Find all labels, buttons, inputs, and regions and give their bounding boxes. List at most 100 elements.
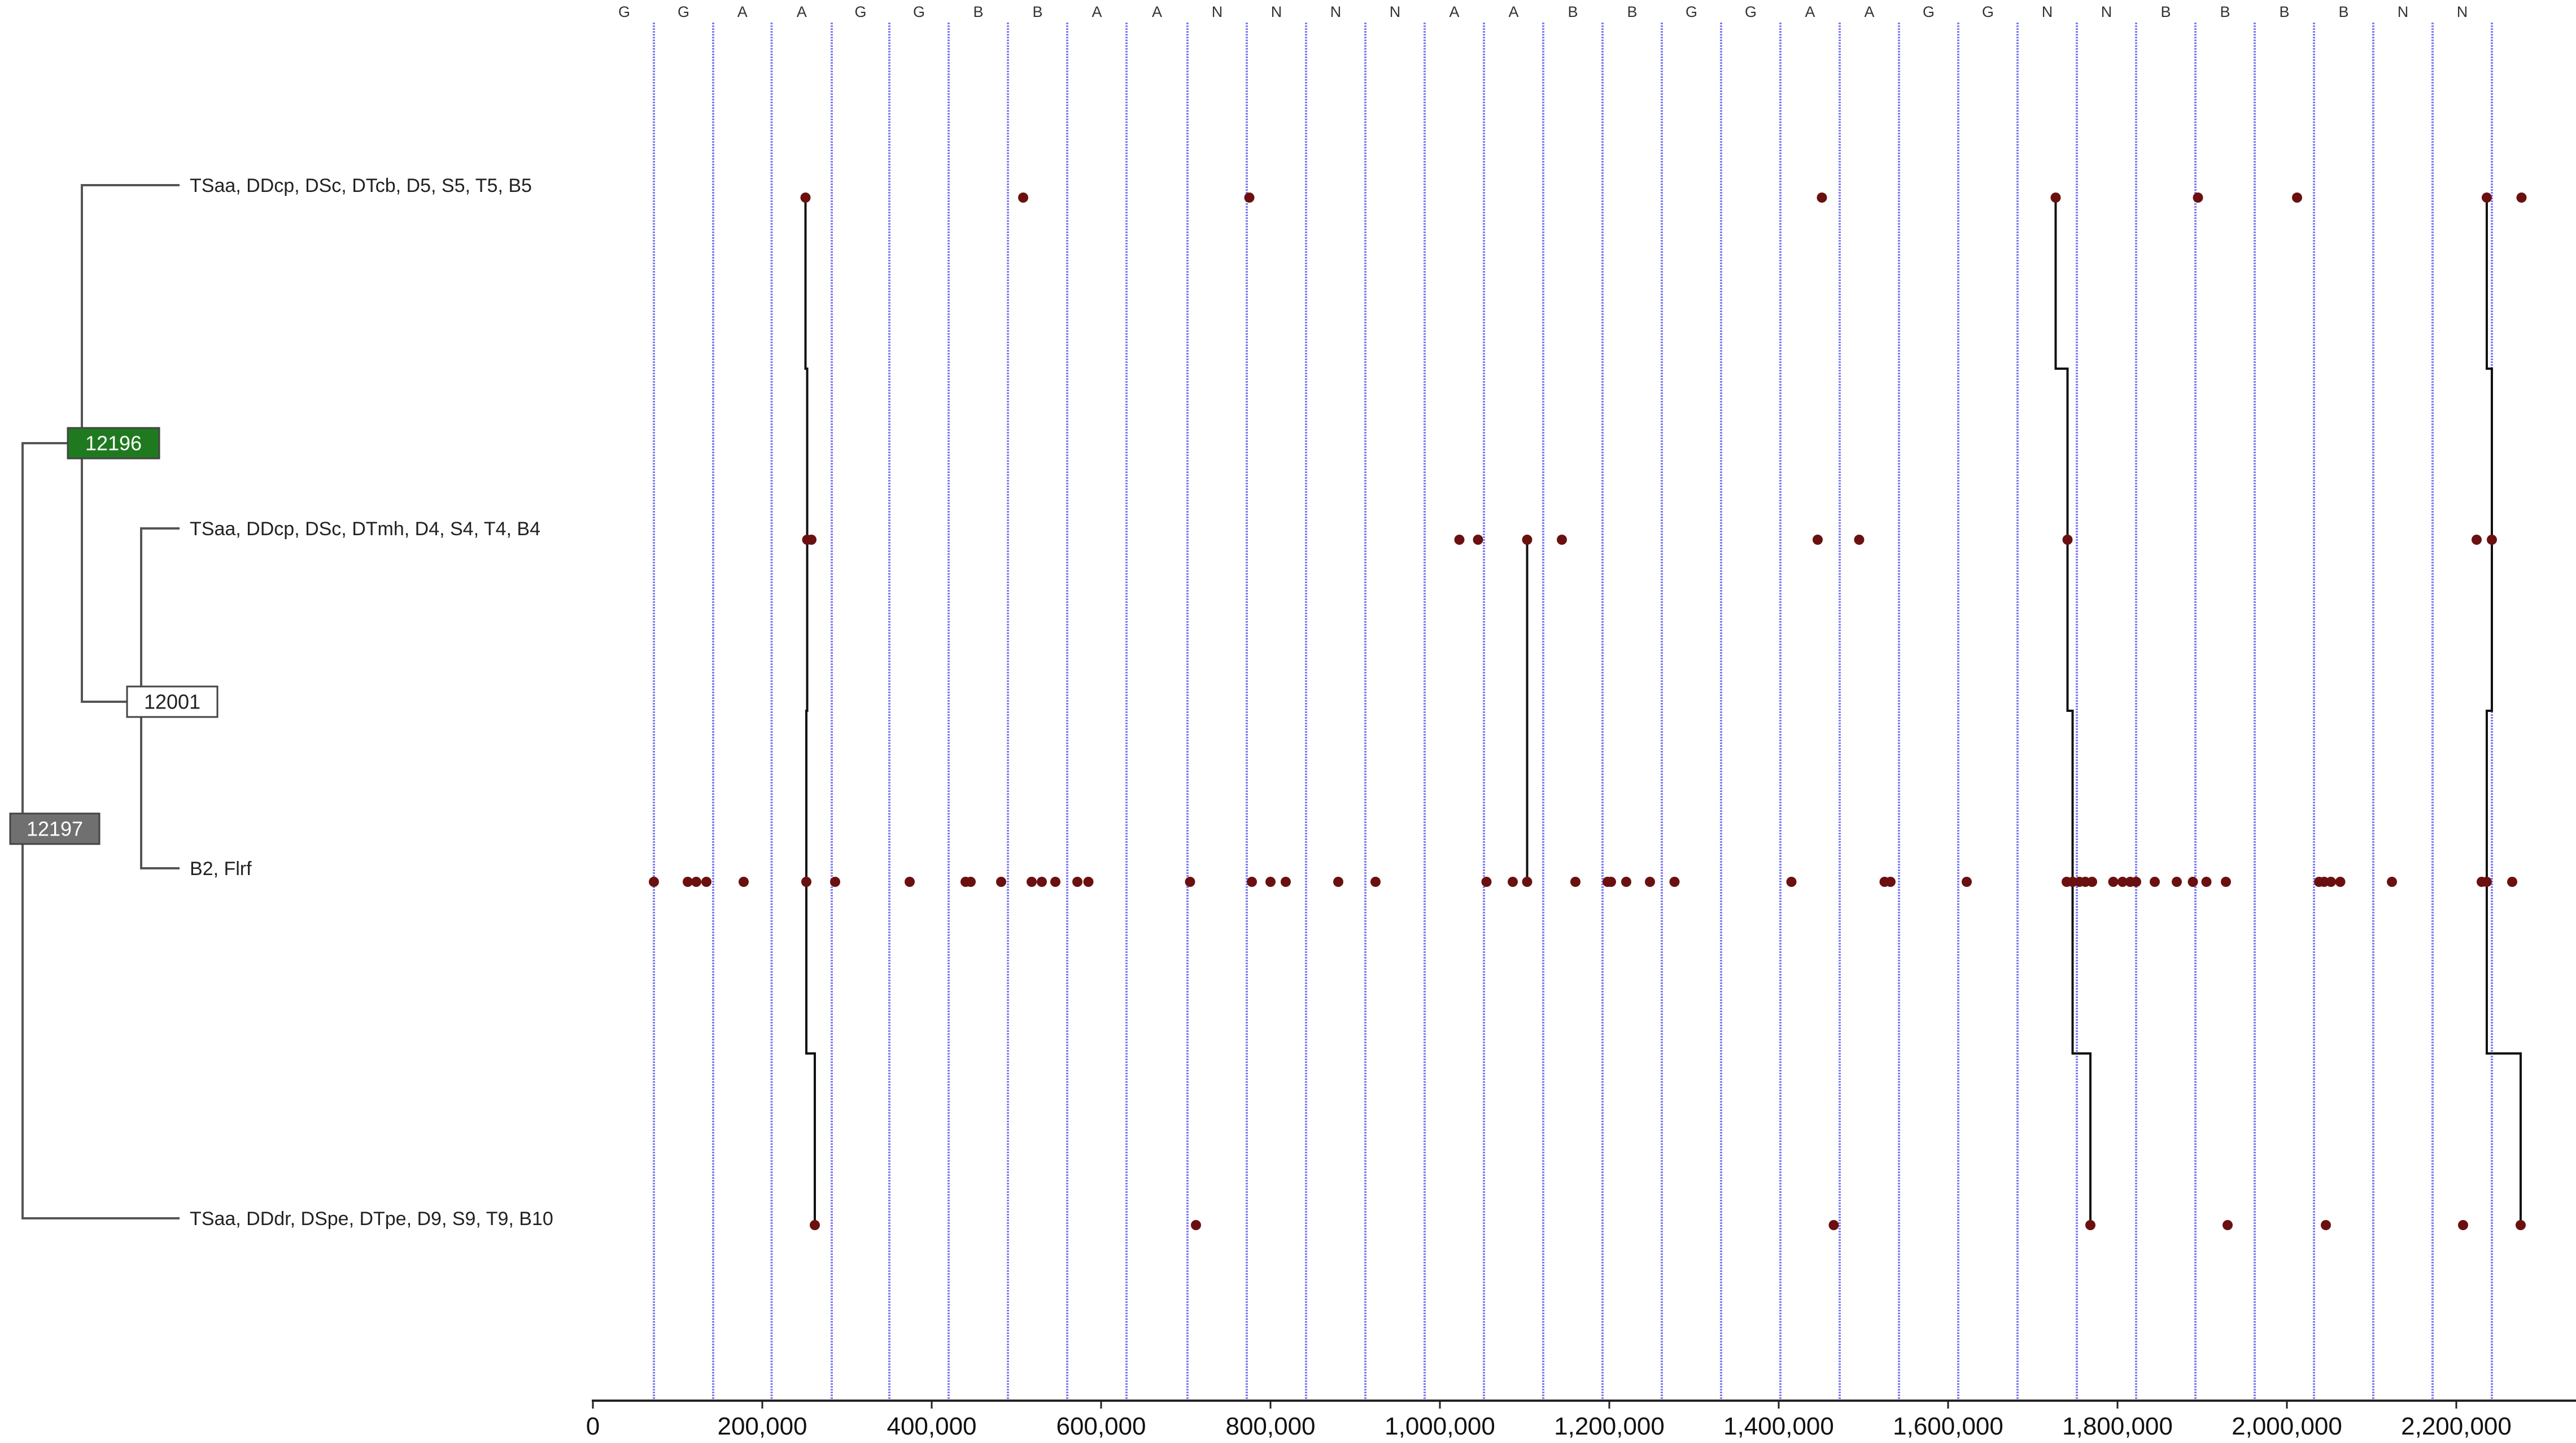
snp-dot-leaf1-1 [1018,193,1028,203]
snp-dot-leaf3-40 [2108,877,2119,887]
category-label-22: G [1923,3,1935,20]
snp-dot-leaf1-8 [2516,193,2527,203]
snp-dot-leaf3-52 [2335,877,2346,887]
x-tick-label-3: 600,000 [1056,1413,1146,1440]
snp-dot-leaf3-9 [966,877,976,887]
snp-chart: 12196 12001 12197 TSaa, DDcp, DSc, DTcb,… [9,3,2576,1440]
connector-line-0 [804,198,816,1225]
snp-dot-leaf2-4 [1522,535,1532,545]
snp-dot-leaf3-47 [2201,877,2212,887]
x-tick-label-7: 1,400,000 [1723,1413,1834,1440]
snp-dot-leaf3-23 [1508,877,1518,887]
category-label-16: B [1568,3,1578,20]
leaf-label-2: TSaa, DDcp, DSc, DTmh, D4, S4, T4, B4 [190,518,540,540]
category-label-29: B [2338,3,2348,20]
snp-dot-leaf3-10 [996,877,1006,887]
snp-dot-leaf3-21 [1370,877,1381,887]
snp-dot-leaf2-1 [806,535,817,545]
category-label-23: G [1982,3,1994,20]
category-label-6: B [973,3,983,20]
category-label-3: A [797,3,807,20]
snp-dot-leaf3-5 [801,877,811,887]
category-label-4: G [854,3,866,20]
x-tick-label-9: 1,800,000 [2062,1413,2173,1440]
snp-dot-leaf3-55 [2482,877,2492,887]
snp-dot-leaf3-24 [1522,877,1532,887]
snp-dot-leaf1-3 [1817,193,1827,203]
node-12197[interactable]: 12197 [9,812,101,845]
snp-dot-leaf3-56 [2507,877,2517,887]
snp-dot-leaf4-6 [2458,1220,2468,1230]
category-label-1: G [678,3,689,20]
snp-dot-leaf3-22 [1481,877,1492,887]
snp-dot-leaf2-2 [1454,535,1465,545]
snp-dot-leaf2-3 [1473,535,1483,545]
category-label-31: N [2457,3,2468,20]
snp-dot-leaf3-53 [2387,877,2397,887]
snp-dot-leaf3-33 [1885,877,1896,887]
snp-dot-leaf1-5 [2193,193,2203,203]
snp-dots [649,193,2527,1230]
x-tick-label-0: 0 [586,1413,600,1440]
category-labels: GGAAGGBBAANNNNAABBGGAAGGNNBBBBNN [618,3,2468,20]
category-label-30: N [2398,3,2409,20]
snp-dot-leaf2-8 [2062,535,2073,545]
snp-dot-leaf4-3 [2085,1220,2095,1230]
snp-dot-leaf3-39 [2087,877,2097,887]
node-12197-label: 12197 [27,817,83,841]
snp-dot-leaf3-48 [2221,877,2231,887]
tree-branch-12196 [21,442,68,829]
snp-dot-leaf2-7 [1854,535,1865,545]
node-12001-label: 12001 [144,690,200,714]
snp-dot-leaf4-7 [2516,1220,2526,1230]
connector-line-2 [2054,198,2092,1225]
category-label-24: N [2042,3,2053,20]
snp-dot-leaf3-18 [1265,877,1276,887]
category-label-20: A [1805,3,1815,20]
category-label-27: B [2220,3,2230,20]
category-label-7: B [1032,3,1042,20]
leaf-label-4: TSaa, DDdr, DSpe, DTpe, D9, S9, T9, B10 [190,1208,553,1230]
category-label-17: B [1627,3,1637,20]
snp-dot-leaf2-5 [1557,535,1567,545]
category-label-25: N [2101,3,2112,20]
tree-branch-leaf1 [81,184,180,443]
snp-dot-leaf4-1 [1191,1220,1201,1230]
x-tick-label-1: 200,000 [717,1413,807,1440]
category-label-21: A [1864,3,1874,20]
category-label-2: A [737,3,748,20]
snp-dot-leaf1-4 [2050,193,2061,203]
snp-dot-leaf1-6 [2292,193,2302,203]
x-tick-label-4: 800,000 [1225,1413,1315,1440]
snp-dot-leaf3-45 [2172,877,2182,887]
snp-dot-leaf3-6 [830,877,840,887]
snp-dot-leaf3-17 [1247,877,1257,887]
category-label-11: N [1271,3,1282,20]
snp-dot-leaf3-34 [1962,877,1972,887]
category-label-15: A [1508,3,1518,20]
category-label-10: N [1212,3,1223,20]
category-label-28: B [2279,3,2289,20]
category-label-13: N [1390,3,1401,20]
tree-branch-leaf4 [21,829,180,1219]
snp-dot-leaf3-30 [1669,877,1680,887]
x-tick-label-8: 1,600,000 [1893,1413,2003,1440]
snp-dot-leaf4-0 [810,1220,820,1230]
snp-dot-leaf4-5 [2321,1220,2331,1230]
snp-dot-leaf3-11 [1027,877,1037,887]
snp-dot-leaf3-46 [2188,877,2198,887]
snp-dot-leaf2-9 [2472,535,2482,545]
snp-dot-leaf2-6 [1813,535,1823,545]
category-label-14: A [1449,3,1459,20]
node-12001[interactable]: 12001 [126,685,219,718]
snp-dot-leaf3-25 [1570,877,1580,887]
snp-dot-leaf3-3 [701,877,711,887]
category-label-18: G [1686,3,1697,20]
snp-dot-leaf3-27 [1606,877,1616,887]
node-12196[interactable]: 12196 [67,427,160,460]
snp-dot-leaf4-2 [1828,1220,1839,1230]
snp-dot-leaf3-12 [1037,877,1047,887]
category-label-8: A [1091,3,1102,20]
x-tick-label-6: 1,200,000 [1554,1413,1665,1440]
category-label-9: A [1152,3,1162,20]
